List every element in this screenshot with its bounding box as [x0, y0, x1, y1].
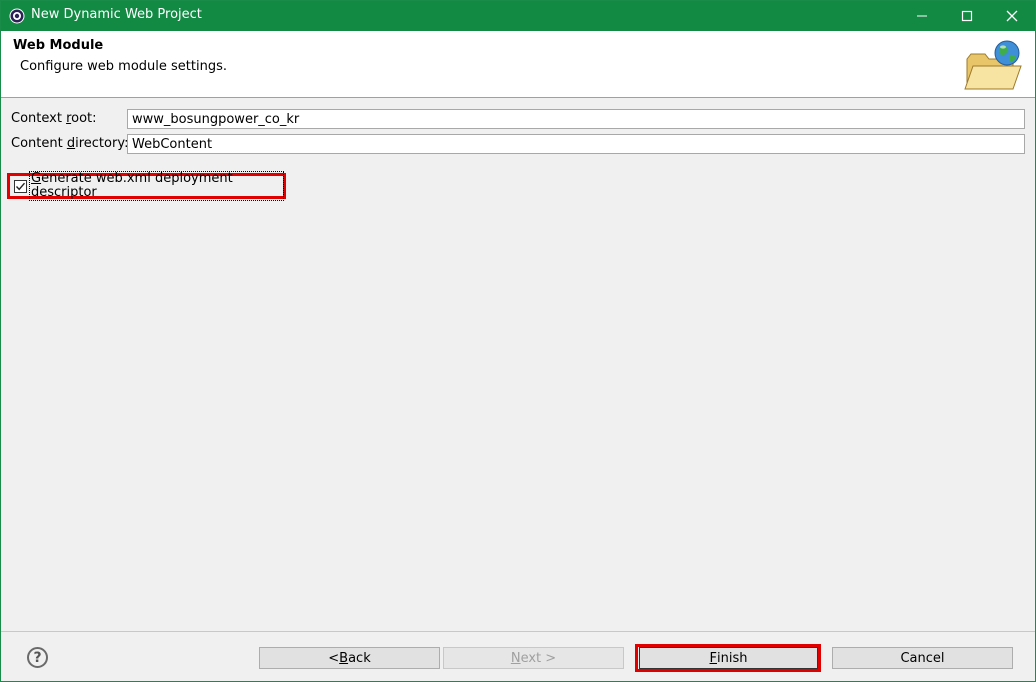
- window-title: New Dynamic Web Project: [31, 7, 202, 22]
- minimize-button[interactable]: [899, 1, 945, 31]
- close-button[interactable]: [989, 1, 1035, 31]
- folder-globe-icon: [964, 40, 1022, 90]
- wizard-header: Web Module Configure web module settings…: [1, 31, 1035, 98]
- eclipse-app-icon: [9, 8, 25, 24]
- help-button[interactable]: ?: [27, 647, 48, 668]
- close-icon: [1006, 10, 1018, 22]
- generate-web-xml-option[interactable]: Generate web.xml deployment descriptor: [7, 171, 286, 201]
- dialog-window: New Dynamic Web Project Web Module Confi…: [0, 0, 1036, 682]
- context-root-label: Context root:: [11, 111, 97, 126]
- cancel-button[interactable]: Cancel: [832, 647, 1013, 669]
- finish-button[interactable]: Finish: [639, 647, 818, 669]
- wizard-content: Context root: Content directory: Generat…: [1, 99, 1035, 631]
- minimize-icon: [917, 15, 927, 17]
- context-root-input[interactable]: [127, 109, 1025, 129]
- checkmark-icon: [15, 182, 26, 190]
- page-description: Configure web module settings.: [20, 59, 227, 74]
- content-directory-label: Content directory:: [11, 136, 129, 151]
- content-directory-input[interactable]: [127, 134, 1025, 154]
- back-button[interactable]: < Back: [259, 647, 440, 669]
- maximize-button[interactable]: [944, 1, 990, 31]
- wizard-footer: ? < Back Next > Finish Cancel: [1, 631, 1035, 681]
- maximize-icon: [961, 10, 973, 22]
- generate-web-xml-checkbox[interactable]: [14, 179, 27, 193]
- next-button[interactable]: Next >: [443, 647, 624, 669]
- title-bar[interactable]: New Dynamic Web Project: [1, 1, 1035, 31]
- page-title: Web Module: [13, 38, 104, 53]
- help-icon: ?: [33, 649, 42, 666]
- generate-web-xml-label[interactable]: Generate web.xml deployment descriptor: [29, 171, 284, 201]
